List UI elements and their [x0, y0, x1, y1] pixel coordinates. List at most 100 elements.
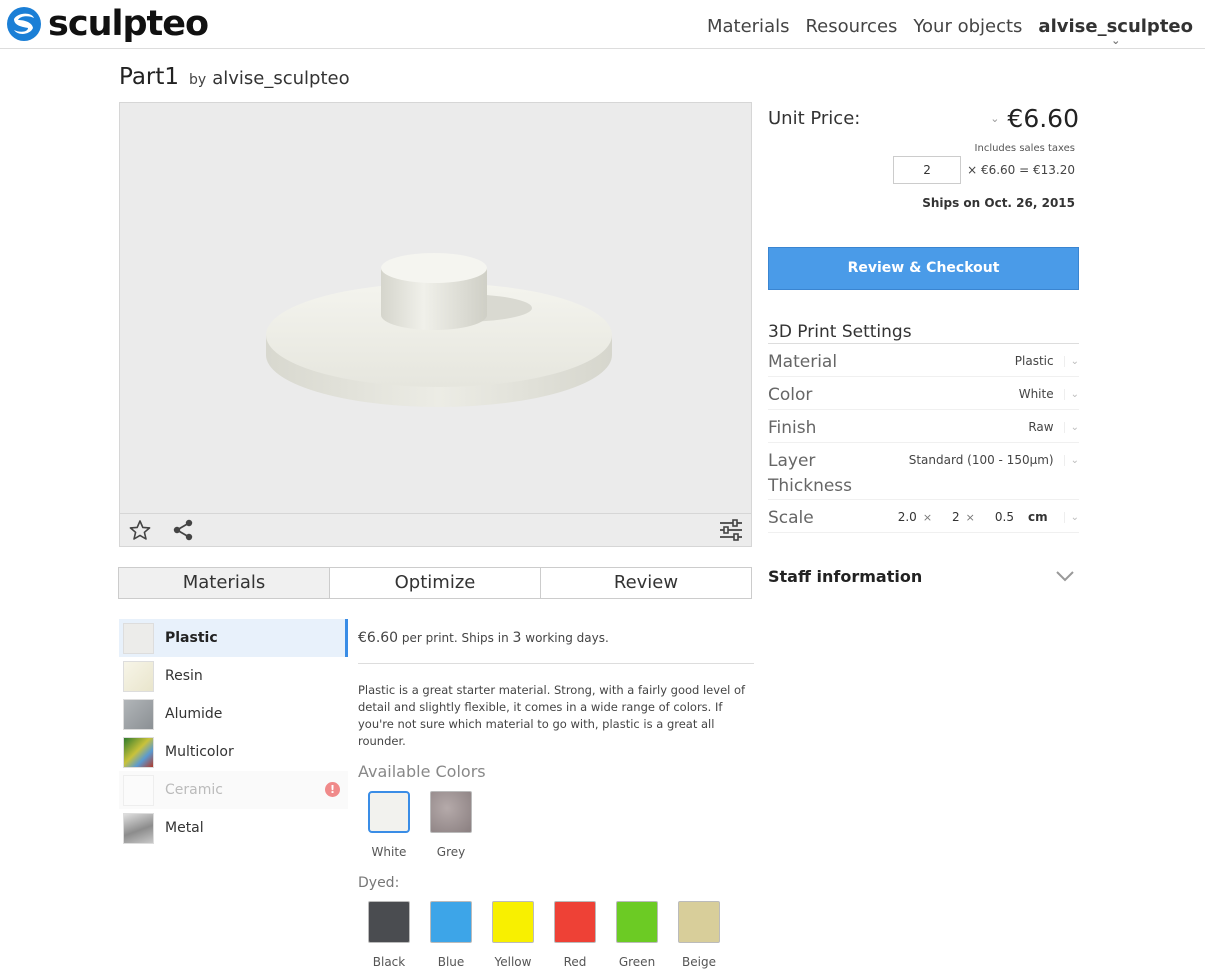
color-swatch [368, 791, 410, 833]
unit-price-row: Unit Price: ⌄ €6.60 [768, 102, 1079, 134]
tab-materials[interactable]: Materials [119, 568, 329, 598]
setting-label: Color [768, 385, 813, 405]
share-icon[interactable] [171, 519, 195, 541]
material-item-metal[interactable]: Metal [119, 809, 348, 847]
material-price: €6.60 [358, 630, 399, 646]
scale-z-input[interactable]: 0.5 [995, 510, 1014, 524]
chevron-down-icon: ⌄ [1063, 355, 1079, 367]
material-label: Multicolor [165, 744, 234, 760]
scale-x-input[interactable]: 2.0 [898, 510, 917, 524]
material-item-multicolor[interactable]: Multicolor [119, 733, 348, 771]
chevron-down-icon: ⌄ [1063, 511, 1079, 523]
color-swatch [678, 901, 720, 943]
setting-finish: Finish Raw ⌄ [768, 410, 1079, 443]
material-item-alumide[interactable]: Alumide [119, 695, 348, 733]
color-white[interactable]: White [368, 791, 410, 859]
ship-date: Ships on Oct. 26, 2015 [922, 196, 1075, 210]
color-swatch [616, 901, 658, 943]
quantity-row: 2 × €6.60 = €13.20 [768, 156, 1079, 184]
material-detail: €6.60 per print. Ships in 3 working days… [358, 619, 754, 969]
color-black[interactable]: Black [368, 901, 410, 969]
layer-thickness-select[interactable]: Standard (100 - 150µm) ⌄ [909, 443, 1079, 467]
scale-unit-select[interactable]: cm [1028, 510, 1048, 524]
logo[interactable]: sculpteo [6, 4, 209, 44]
color-green[interactable]: Green [616, 901, 658, 969]
color-select[interactable]: White ⌄ [1019, 377, 1079, 401]
settings-sliders-icon[interactable] [719, 519, 743, 541]
setting-color: Color White ⌄ [768, 377, 1079, 410]
price-suffix: per print. Ships in [401, 631, 509, 645]
color-swatch [492, 901, 534, 943]
chevron-down-icon [1055, 567, 1075, 586]
tab-review[interactable]: Review [540, 568, 751, 598]
material-swatch [123, 736, 154, 768]
color-name: Beige [682, 955, 716, 969]
object-title-row: Part1 by alvise_sculpteo [119, 64, 350, 90]
setting-value: Plastic [1014, 354, 1054, 368]
staff-information-toggle[interactable]: Staff information [768, 567, 1079, 586]
material-swatch [123, 774, 154, 806]
ship-days: 3 [512, 630, 522, 646]
print-settings-title: 3D Print Settings [768, 322, 1079, 344]
material-item-ceramic[interactable]: Ceramic ! [119, 771, 348, 809]
times-sign: × [922, 510, 933, 524]
nav-your-objects[interactable]: Your objects [913, 16, 1022, 37]
user-menu[interactable]: alvise_sculpteo ⌄ [1038, 16, 1193, 47]
color-options: White Grey [368, 791, 754, 859]
color-beige[interactable]: Beige [678, 901, 720, 969]
color-red[interactable]: Red [554, 901, 596, 969]
chevron-down-icon: ⌄ [1063, 388, 1079, 400]
material-swatch [123, 622, 154, 654]
checkout-button[interactable]: Review & Checkout [768, 247, 1079, 290]
setting-value: Raw [1028, 420, 1054, 434]
quantity-total: × €6.60 = €13.20 [967, 163, 1075, 177]
color-name: Blue [437, 955, 465, 969]
material-item-plastic[interactable]: Plastic [119, 619, 348, 657]
brand-name: sculpteo [48, 4, 209, 44]
chevron-down-icon: ⌄ [1111, 34, 1121, 47]
nav-materials[interactable]: Materials [707, 16, 790, 37]
chevron-down-icon: ⌄ [1063, 454, 1079, 466]
page-title: Part1 [119, 64, 180, 90]
nav-resources[interactable]: Resources [805, 16, 897, 37]
star-icon[interactable] [128, 519, 152, 541]
color-name: Black [372, 955, 406, 969]
unit-price-value: €6.60 [1007, 103, 1079, 133]
tab-optimize[interactable]: Optimize [329, 568, 540, 598]
main-nav: Materials Resources Your objects alvise_… [707, 16, 1193, 47]
finish-select[interactable]: Raw ⌄ [1028, 410, 1079, 434]
material-swatch [123, 812, 154, 844]
order-panel: Unit Price: ⌄ €6.60 Includes sales taxes… [768, 102, 1079, 586]
material-price-line: €6.60 per print. Ships in 3 working days… [358, 619, 754, 664]
warning-icon[interactable]: ! [325, 782, 340, 797]
setting-label: Layer Thickness [768, 451, 853, 496]
material-label: Metal [165, 820, 204, 836]
material-select[interactable]: Plastic ⌄ [1015, 344, 1079, 368]
model-viewer[interactable] [119, 102, 752, 547]
color-blue[interactable]: Blue [430, 901, 472, 969]
color-grey[interactable]: Grey [430, 791, 472, 859]
dyed-color-options: Black Blue Yellow Red Green Beige [368, 901, 754, 969]
chevron-down-icon: ⌄ [990, 111, 1000, 125]
unit-price-selector[interactable]: ⌄ €6.60 [990, 104, 1079, 133]
quantity-input[interactable]: 2 [893, 156, 962, 184]
scale-y-input[interactable]: 2 [952, 510, 960, 524]
viewer-toolbar [120, 513, 751, 546]
material-item-resin[interactable]: Resin [119, 657, 348, 695]
setting-value: Standard (100 - 150µm) [908, 453, 1054, 467]
color-swatch [430, 791, 472, 833]
material-list: Plastic Resin Alumide Multicolor Ceramic… [119, 619, 348, 847]
author-link[interactable]: alvise_sculpteo [212, 68, 349, 89]
color-name: Grey [436, 845, 466, 859]
setting-value: White [1018, 387, 1054, 401]
times-sign: × [965, 510, 975, 524]
color-name: White [371, 845, 407, 859]
color-swatch [430, 901, 472, 943]
unit-price-label: Unit Price: [768, 107, 861, 129]
color-yellow[interactable]: Yellow [492, 901, 534, 969]
setting-layer-thickness: Layer Thickness Standard (100 - 150µm) ⌄ [768, 443, 1079, 500]
setting-label: Finish [768, 418, 817, 438]
by-label: by [189, 72, 207, 88]
setting-label: Scale [768, 508, 814, 528]
material-label: Resin [165, 668, 203, 684]
